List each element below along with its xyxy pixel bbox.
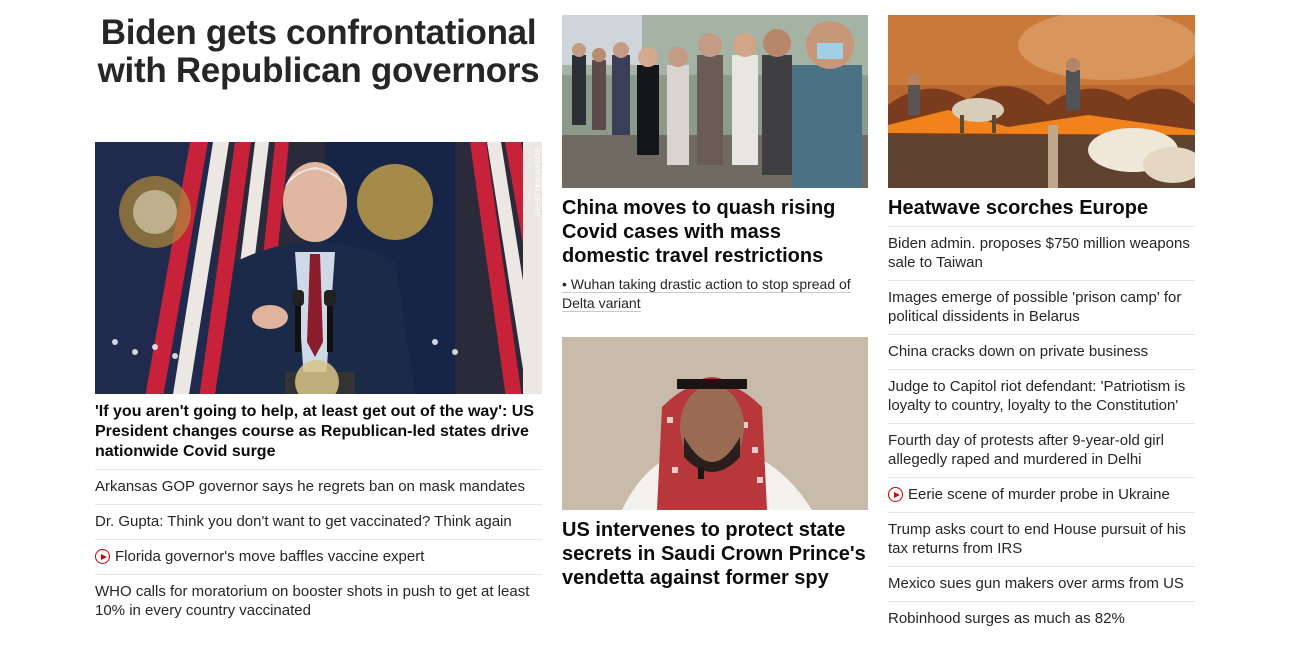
list-item[interactable]: WHO calls for moratorium on booster shot…: [95, 574, 542, 628]
list-item-text: Judge to Capitol riot defendant: 'Patrio…: [888, 378, 1186, 414]
middle-column: China moves to quash rising Covid cases …: [562, 0, 868, 590]
list-item-text: Robinhood surges as much as 82%: [888, 610, 1125, 627]
list-item[interactable]: Images emerge of possible 'prison camp' …: [888, 280, 1195, 334]
lead-story-list: Arkansas GOP governor says he regrets ba…: [95, 469, 542, 628]
list-item-text: Dr. Gupta: Think you don't want to get v…: [95, 513, 512, 530]
lead-story-image[interactable]: SUSAN WALSH/AP: [95, 142, 542, 394]
list-item[interactable]: Trump asks court to end House pursuit of…: [888, 512, 1195, 566]
heatwave-story-image[interactable]: [888, 15, 1195, 188]
list-item[interactable]: Arkansas GOP governor says he regrets ba…: [95, 469, 542, 504]
list-item[interactable]: Dr. Gupta: Think you don't want to get v…: [95, 504, 542, 539]
list-item-text: China cracks down on private business: [888, 343, 1149, 360]
list-item[interactable]: Judge to Capitol riot defendant: 'Patrio…: [888, 369, 1195, 423]
list-item[interactable]: China cracks down on private business: [888, 334, 1195, 369]
list-item-text: Florida governor's move baffles vaccine …: [115, 548, 425, 565]
heatwave-story-headline[interactable]: Heatwave scorches Europe: [888, 196, 1195, 226]
list-item[interactable]: Florida governor's move baffles vaccine …: [95, 539, 542, 574]
list-item-text: Mexico sues gun makers over arms from US: [888, 575, 1184, 592]
list-item[interactable]: Eerie scene of murder probe in Ukraine: [888, 477, 1195, 512]
list-item-text: Images emerge of possible 'prison camp' …: [888, 289, 1182, 325]
list-item-text: Arkansas GOP governor says he regrets ba…: [95, 478, 525, 495]
list-item-text: Biden admin. proposes $750 million weapo…: [888, 235, 1190, 271]
lead-story-headline[interactable]: 'If you aren't going to help, at least g…: [95, 394, 542, 469]
lead-story-column: Biden gets confrontational with Republic…: [95, 0, 542, 628]
banner-headline[interactable]: Biden gets confrontational with Republic…: [95, 14, 542, 134]
list-item[interactable]: Fourth day of protests after 9-year-old …: [888, 423, 1195, 477]
china-story-image[interactable]: [562, 15, 868, 188]
china-sub-link-wrapper: • Wuhan taking drastic action to stop sp…: [562, 275, 868, 313]
china-story-headline[interactable]: China moves to quash rising Covid cases …: [562, 196, 868, 268]
list-item[interactable]: Robinhood surges as much as 82%: [888, 601, 1195, 636]
play-video-icon: [888, 487, 903, 502]
china-sub-link[interactable]: • Wuhan taking drastic action to stop sp…: [562, 276, 851, 312]
right-story-list: Biden admin. proposes $750 million weapo…: [888, 226, 1195, 636]
saudi-story-headline[interactable]: US intervenes to protect state secrets i…: [562, 518, 868, 590]
saudi-story-image[interactable]: [562, 337, 868, 510]
list-item-text: Fourth day of protests after 9-year-old …: [888, 432, 1164, 468]
play-video-icon: [95, 549, 110, 564]
list-item[interactable]: Mexico sues gun makers over arms from US: [888, 566, 1195, 601]
list-item[interactable]: Biden admin. proposes $750 million weapo…: [888, 226, 1195, 280]
image-credit: SUSAN WALSH/AP: [533, 148, 540, 217]
right-column: Heatwave scorches Europe Biden admin. pr…: [888, 0, 1195, 636]
list-item-text: WHO calls for moratorium on booster shot…: [95, 583, 530, 619]
list-item-text: Eerie scene of murder probe in Ukraine: [908, 486, 1170, 503]
list-item-text: Trump asks court to end House pursuit of…: [888, 521, 1186, 557]
